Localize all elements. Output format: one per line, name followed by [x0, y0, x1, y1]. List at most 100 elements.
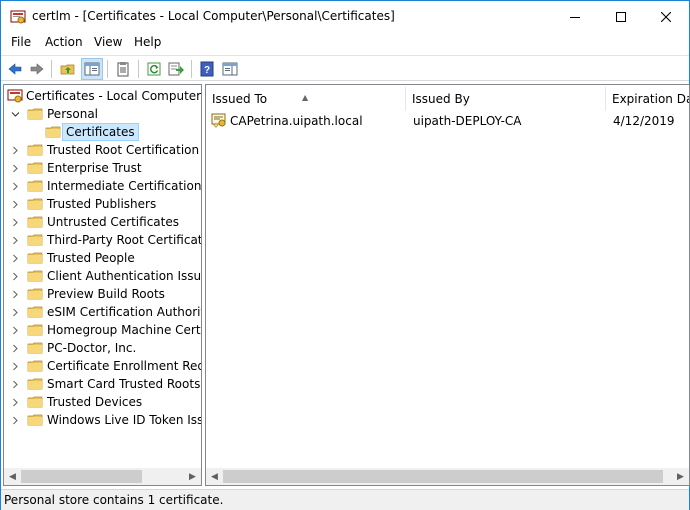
- chevron-right-icon[interactable]: [9, 159, 21, 177]
- toolbar: ?: [1, 55, 689, 81]
- scroll-left-arrow-icon[interactable]: ◀: [206, 468, 223, 485]
- certificate-list[interactable]: ▲ Issued To Issued By Expiration Date CA…: [205, 84, 690, 486]
- tree-item-store[interactable]: Untrusted Certificates: [4, 213, 201, 231]
- list-horizontal-scrollbar[interactable]: ◀ ▶: [206, 468, 689, 485]
- tree-label-personal: Personal: [47, 107, 99, 121]
- tree-item-store[interactable]: Client Authentication Issuers: [4, 267, 201, 285]
- tree-label-store: Client Authentication Issuers: [47, 269, 202, 283]
- tree-label-certificates: Certificates: [62, 123, 139, 141]
- console-tree[interactable]: Certificates - Local Computer Personal C…: [3, 84, 202, 486]
- tree-item-store[interactable]: Intermediate Certification Authorities: [4, 177, 201, 195]
- action-pane-button[interactable]: [219, 58, 241, 80]
- tree-item-certificates[interactable]: Certificates: [4, 123, 201, 141]
- chevron-right-icon[interactable]: [9, 141, 21, 159]
- tree-scroll-thumb[interactable]: [21, 470, 142, 483]
- column-label-expiration-date: Expiration Date: [612, 92, 689, 106]
- folder-icon: [27, 108, 43, 120]
- tree-label-store: eSIM Certification Authorities: [47, 305, 201, 319]
- column-header-issued-to[interactable]: ▲ Issued To: [206, 87, 406, 111]
- chevron-right-icon[interactable]: [9, 195, 21, 213]
- scroll-right-arrow-icon[interactable]: ▶: [184, 468, 201, 485]
- tree-item-store[interactable]: Homegroup Machine Certificates: [4, 321, 201, 339]
- tree-item-store[interactable]: Smart Card Trusted Roots: [4, 375, 201, 393]
- menu-view[interactable]: View: [94, 35, 122, 49]
- list-scroll-thumb[interactable]: [223, 470, 663, 483]
- tree-item-store[interactable]: Trusted Publishers: [4, 195, 201, 213]
- forward-arrow-icon: [30, 63, 44, 75]
- scroll-right-arrow-icon[interactable]: ▶: [672, 468, 689, 485]
- menu-help[interactable]: Help: [134, 35, 161, 49]
- column-header-issued-by[interactable]: Issued By: [406, 87, 606, 111]
- help-button[interactable]: ?: [196, 58, 218, 80]
- tree-label-root: Certificates - Local Computer: [26, 89, 202, 103]
- forward-button[interactable]: [26, 58, 48, 80]
- back-arrow-icon: [8, 63, 22, 75]
- cell-issued-by: uipath-DEPLOY-CA: [413, 114, 522, 128]
- chevron-right-icon[interactable]: [9, 249, 21, 267]
- refresh-button[interactable]: [143, 58, 165, 80]
- show-hide-console-tree-button[interactable]: [81, 58, 103, 80]
- title-bar[interactable]: certlm - [Certificates - Local Computer\…: [1, 1, 689, 32]
- folder-icon: [27, 270, 43, 282]
- chevron-right-icon[interactable]: [9, 285, 21, 303]
- chevron-right-icon[interactable]: [9, 393, 21, 411]
- tree-item-store[interactable]: PC-Doctor, Inc.: [4, 339, 201, 357]
- back-button[interactable]: [4, 58, 26, 80]
- tree-item-personal[interactable]: Personal: [4, 105, 201, 123]
- menu-file[interactable]: File: [11, 35, 31, 49]
- close-button[interactable]: [643, 1, 689, 32]
- tree-label-store: Trusted Root Certification Authorities: [47, 143, 201, 157]
- tree-item-store[interactable]: Preview Build Roots: [4, 285, 201, 303]
- tree-item-store[interactable]: Certificate Enrollment Requests: [4, 357, 201, 375]
- tree-item-store[interactable]: Trusted People: [4, 249, 201, 267]
- chevron-right-icon[interactable]: [9, 411, 21, 429]
- chevron-right-icon[interactable]: [9, 177, 21, 195]
- maximize-button[interactable]: [598, 1, 644, 32]
- svg-text:?: ?: [204, 65, 210, 76]
- minimize-button[interactable]: [552, 1, 598, 32]
- tree-label-store: Trusted People: [47, 251, 135, 265]
- close-icon: [661, 11, 671, 22]
- toolbar-separator: [191, 60, 192, 78]
- tree-item-store[interactable]: Trusted Root Certification Authorities: [4, 141, 201, 159]
- tree-item-store[interactable]: Third-Party Root Certification Authoriti…: [4, 231, 201, 249]
- chevron-right-icon[interactable]: [9, 357, 21, 375]
- properties-button[interactable]: [112, 58, 134, 80]
- tree-item-store[interactable]: eSIM Certification Authorities: [4, 303, 201, 321]
- scroll-left-arrow-icon[interactable]: ◀: [4, 468, 21, 485]
- tree-item-store[interactable]: Trusted Devices: [4, 393, 201, 411]
- properties-icon: [117, 62, 129, 77]
- tree-item-root[interactable]: Certificates - Local Computer: [4, 87, 201, 105]
- up-one-level-button[interactable]: [57, 58, 79, 80]
- tree-label-store: Intermediate Certification Authorities: [47, 179, 202, 193]
- certificates-snapin-icon: [7, 89, 23, 103]
- folder-icon: [27, 378, 43, 390]
- folder-icon: [27, 414, 43, 426]
- chevron-right-icon[interactable]: [9, 267, 21, 285]
- certificate-icon: [211, 113, 226, 128]
- menu-action[interactable]: Action: [45, 35, 83, 49]
- chevron-right-icon[interactable]: [9, 213, 21, 231]
- folder-icon: [27, 342, 43, 354]
- up-folder-icon: [60, 64, 75, 75]
- tree-label-store: Trusted Publishers: [47, 197, 157, 211]
- tree-label-store: Windows Live ID Token Issuer: [47, 413, 202, 427]
- column-header-expiration-date[interactable]: Expiration Date: [606, 87, 689, 111]
- chevron-right-icon[interactable]: [9, 321, 21, 339]
- tree-label-store: Certificate Enrollment Requests: [47, 359, 201, 373]
- help-icon: ?: [200, 61, 214, 77]
- chevron-right-icon[interactable]: [9, 375, 21, 393]
- tree-label-store: Preview Build Roots: [47, 287, 165, 301]
- tree-item-store[interactable]: Enterprise Trust: [4, 159, 201, 177]
- table-row[interactable]: CAPetrina.uipath.local uipath-DEPLOY-CA …: [206, 111, 689, 131]
- chevron-down-icon[interactable]: [9, 105, 21, 123]
- toolbar-separator: [51, 60, 52, 78]
- certificate-app-icon: [10, 10, 26, 24]
- chevron-right-icon[interactable]: [9, 303, 21, 321]
- export-list-button[interactable]: [165, 58, 187, 80]
- tree-label-store: Untrusted Certificates: [47, 215, 179, 229]
- chevron-right-icon[interactable]: [9, 231, 21, 249]
- tree-horizontal-scrollbar[interactable]: ◀ ▶: [4, 468, 201, 485]
- tree-item-store[interactable]: Windows Live ID Token Issuer: [4, 411, 201, 429]
- chevron-right-icon[interactable]: [9, 339, 21, 357]
